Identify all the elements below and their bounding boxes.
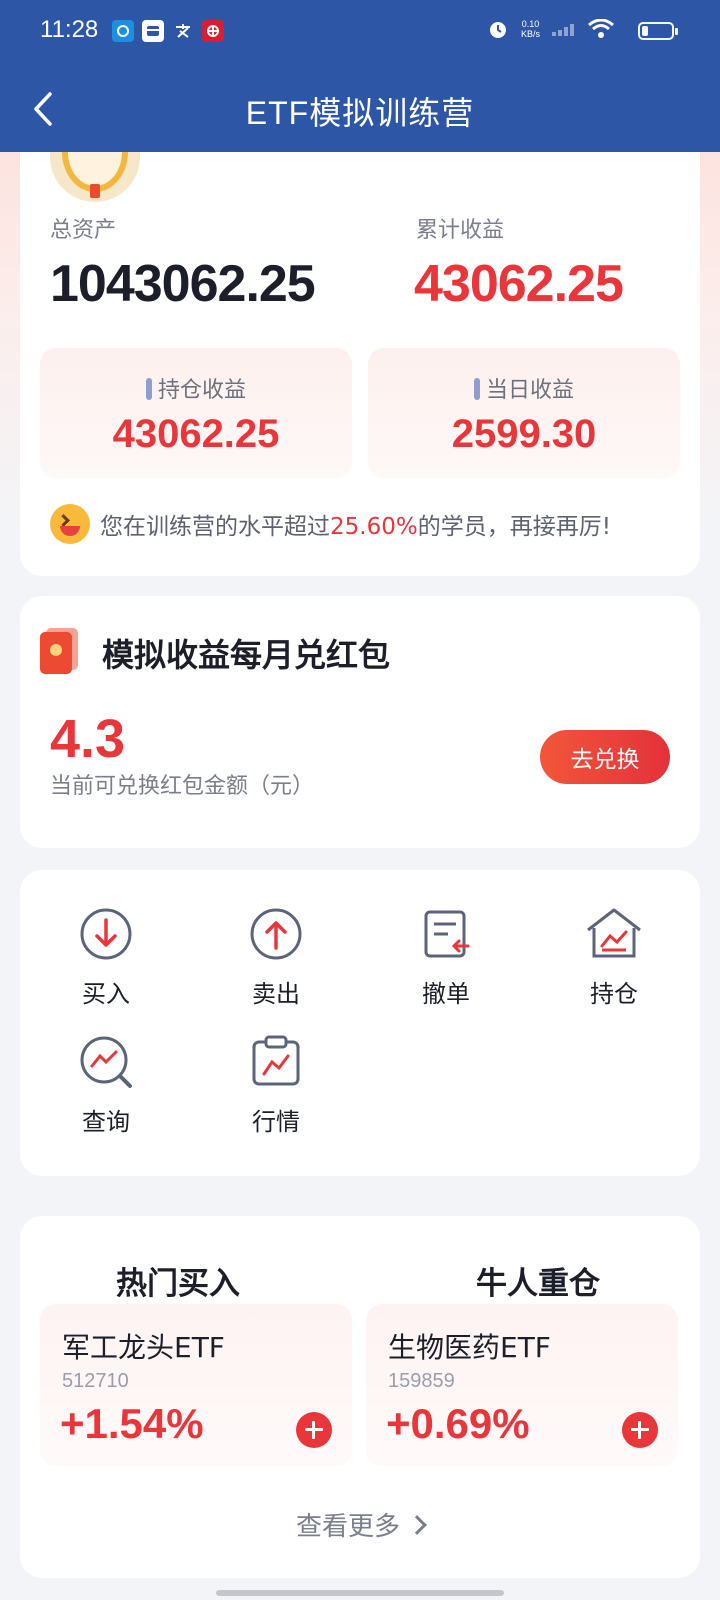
add-icon[interactable] xyxy=(622,1412,658,1448)
sell-up-arrow-icon xyxy=(250,908,302,960)
view-more-link[interactable]: 查看更多 xyxy=(20,1506,700,1543)
laughing-emoji-icon xyxy=(50,504,90,544)
home-indicator[interactable] xyxy=(216,1590,504,1596)
cancel-order-icon xyxy=(424,910,470,958)
ccb-app-icon xyxy=(112,20,134,42)
hot-funds-card: 热门买入 牛人重仓 军工龙头ETF 512710 +1.54% 生物医药ETF … xyxy=(20,1216,700,1578)
func-market[interactable]: 行情 xyxy=(216,1034,336,1137)
avatar-tie xyxy=(90,184,100,198)
fund-change: +1.54% xyxy=(60,1400,204,1447)
exchange-button[interactable]: 去兑换 xyxy=(540,730,670,784)
app-header: 11:28 0.10 KB/s ETF模拟训练营 xyxy=(0,0,720,152)
tab-hot-buy[interactable]: 热门买入 xyxy=(116,1258,240,1303)
alarm-icon xyxy=(489,22,506,38)
cumulative-profit-value: 43062.25 xyxy=(414,255,624,313)
func-buy[interactable]: 买入 xyxy=(46,906,166,1009)
net-speed: 0.10 KB/s xyxy=(521,19,540,39)
fund-name: 生物医药ETF xyxy=(388,1331,551,1364)
fund-card[interactable]: 生物医药ETF 159859 +0.69% xyxy=(366,1304,678,1466)
fund-code: 512710 xyxy=(62,1370,129,1392)
fund-name: 军工龙头ETF xyxy=(62,1331,225,1364)
buy-down-arrow-icon xyxy=(80,908,132,960)
view-more-label: 查看更多 xyxy=(295,1512,400,1542)
func-label: 行情 xyxy=(252,1108,300,1136)
total-assets-value: 1043062.25 xyxy=(50,255,316,313)
level-row: 您在训练营的水平超过25.60%的学员，再接再厉! xyxy=(50,504,611,544)
daily-profit-label: 当日收益 xyxy=(485,378,574,403)
daily-profit-box: 当日收益 2599.30 xyxy=(368,348,680,478)
func-label: 持仓 xyxy=(590,980,638,1008)
status-time: 11:28 xyxy=(40,16,99,43)
holding-profit-label: 持仓收益 xyxy=(157,378,246,403)
holdings-house-icon xyxy=(587,908,641,958)
red-packet-title: 模拟收益每月兑红包 xyxy=(102,636,391,674)
bank-app-icon xyxy=(202,20,224,42)
red-packet-desc: 当前可兑换红包金额（元） xyxy=(50,774,315,799)
level-text: 您在训练营的水平超过25.60%的学员，再接再厉! xyxy=(100,507,611,541)
holding-profit-box: 持仓收益 43062.25 xyxy=(40,348,352,478)
bank-card-icon xyxy=(142,20,164,42)
func-label: 查询 xyxy=(82,1108,130,1136)
net-speed-value: 0.10 xyxy=(521,19,540,29)
fund-change: +0.69% xyxy=(386,1400,530,1447)
func-holdings[interactable]: 持仓 xyxy=(554,906,674,1009)
add-icon[interactable] xyxy=(296,1412,332,1448)
signal-icon xyxy=(552,24,574,36)
cumulative-profit-label: 累计收益 xyxy=(416,218,505,243)
red-packet-icon xyxy=(40,628,78,674)
market-clipboard-icon xyxy=(252,1035,300,1086)
net-speed-unit: KB/s xyxy=(520,29,540,39)
func-query[interactable]: 查询 xyxy=(46,1034,166,1137)
level-prefix: 您在训练营的水平超过 xyxy=(100,514,330,540)
func-cancel-order[interactable]: 撤单 xyxy=(386,906,506,1009)
function-grid: 买入 卖出 撤单 持仓 查询 行情 xyxy=(20,870,700,1176)
label-marker xyxy=(473,378,480,400)
holding-profit-label-row: 持仓收益 xyxy=(40,372,352,404)
red-packet-amount: 4.3 xyxy=(50,709,126,769)
query-magnifier-icon xyxy=(80,1036,132,1088)
label-marker xyxy=(145,378,152,400)
asset-card: 总资产 1043062.25 累计收益 43062.25 持仓收益 43062.… xyxy=(20,120,700,576)
daily-profit-value: 2599.30 xyxy=(451,412,597,456)
level-percent: 25.60% xyxy=(330,514,418,540)
fund-code: 159859 xyxy=(388,1370,455,1392)
tab-expert-holdings[interactable]: 牛人重仓 xyxy=(476,1258,600,1303)
page-title: ETF模拟训练营 xyxy=(245,95,475,131)
notification-icons xyxy=(112,20,224,42)
func-label: 撤单 xyxy=(422,980,470,1008)
total-assets-label: 总资产 xyxy=(50,218,117,243)
alipay-icon xyxy=(172,20,194,42)
red-packet-card: 模拟收益每月兑红包 4.3 当前可兑换红包金额（元） 去兑换 xyxy=(20,596,700,848)
level-suffix: 的学员，再接再厉! xyxy=(417,514,611,540)
daily-profit-label-row: 当日收益 xyxy=(368,372,680,404)
wifi-icon xyxy=(588,19,614,38)
fund-card[interactable]: 军工龙头ETF 512710 +1.54% xyxy=(40,1304,352,1466)
chevron-right-icon xyxy=(407,1515,427,1535)
status-bar: 11:28 0.10 KB/s xyxy=(0,0,720,66)
func-label: 买入 xyxy=(82,980,130,1008)
holding-profit-value: 43062.25 xyxy=(112,412,280,456)
func-label: 卖出 xyxy=(252,980,300,1008)
battery-icon xyxy=(638,22,678,40)
func-sell[interactable]: 卖出 xyxy=(216,906,336,1009)
